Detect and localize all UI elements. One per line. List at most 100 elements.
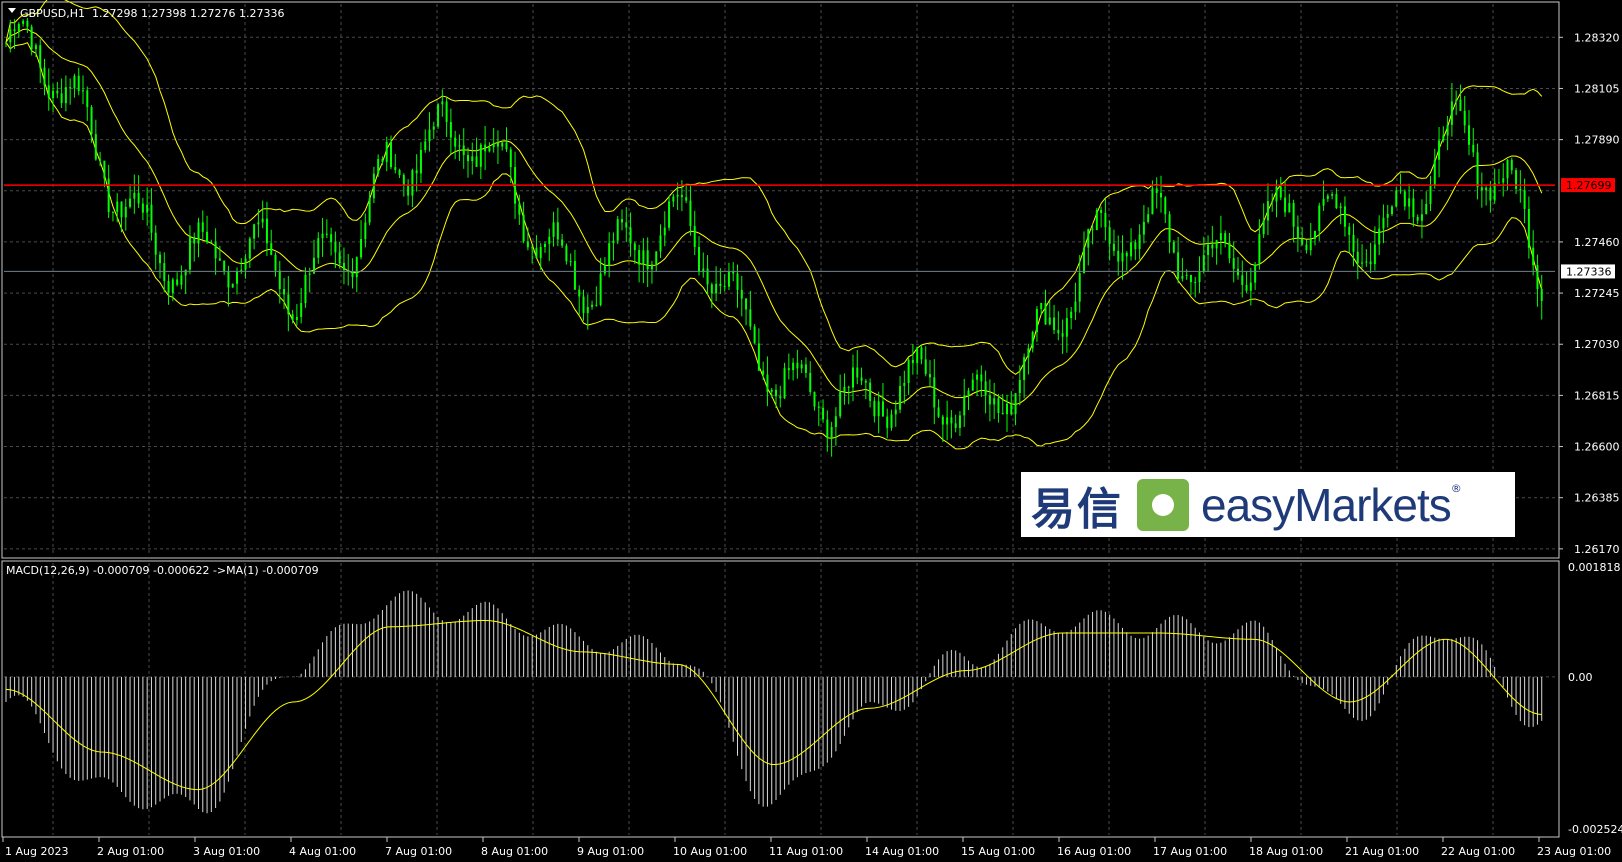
candle-body (124, 206, 127, 218)
candle-body (723, 285, 726, 287)
candle-body (86, 90, 89, 108)
axes: 1.28320 1.28105 1.27890 1.27460 1.27245 1.270… (2, 31, 1622, 858)
logo-mark-icon (1137, 478, 1189, 531)
candle-body (1468, 125, 1470, 145)
candle-body (330, 234, 333, 243)
candle-body (501, 142, 504, 147)
candle-body (693, 226, 696, 248)
candle-body (1147, 214, 1150, 222)
candle-body (847, 386, 850, 388)
candle-body (1074, 301, 1077, 312)
price-tick-label: 1.26385 (1574, 492, 1620, 505)
logo-registered-mark: ® (1450, 482, 1462, 495)
candle-body (916, 347, 919, 364)
candle-body (291, 314, 294, 320)
candle-body (1130, 242, 1133, 257)
candle-body (368, 198, 371, 223)
candle-body (1425, 203, 1428, 215)
candle-body (248, 238, 251, 259)
candle-body (1348, 226, 1351, 235)
bb-upper (5, 0, 1543, 375)
candle-body (1112, 243, 1115, 251)
bollinger-bands (5, 0, 1543, 450)
candle-body (1100, 209, 1103, 213)
candle-body (180, 275, 183, 285)
candle-body (385, 142, 388, 162)
candle-body (1532, 247, 1535, 266)
macd-indicator (5, 590, 1543, 814)
candle-body (133, 192, 136, 199)
candle-body (1083, 247, 1085, 274)
candle-body (77, 75, 80, 91)
time-tick-label: 18 Aug 01:00 (1249, 845, 1323, 858)
candle-body (937, 407, 940, 417)
candle-body (924, 359, 927, 375)
collapse-triangle-icon[interactable] (8, 8, 16, 13)
candle-body (458, 145, 461, 147)
candle-body (479, 144, 482, 167)
candle-body (963, 395, 966, 416)
candle-body (698, 247, 700, 273)
candle-body (976, 374, 979, 380)
candle-body (809, 372, 812, 392)
candle-body (539, 246, 542, 258)
candle-body (283, 289, 286, 295)
candle-body (193, 237, 196, 244)
candle-body (1296, 226, 1299, 239)
candle-body (612, 240, 615, 244)
candle-body (672, 196, 675, 202)
candle-body (129, 198, 132, 207)
candle-body (1356, 251, 1359, 264)
candle-body (1399, 190, 1402, 192)
candle-body (745, 298, 748, 310)
candle-body (753, 326, 756, 344)
time-tick-label: 2 Aug 01:00 (97, 845, 164, 858)
candle-body (822, 407, 825, 420)
time-tick-label: 4 Aug 01:00 (289, 845, 356, 858)
candle-body (1065, 318, 1068, 337)
candle-body (43, 67, 46, 86)
candle-body (505, 142, 508, 150)
candle-body (638, 250, 641, 265)
candle-body (946, 417, 949, 425)
candle-body (548, 236, 551, 244)
candle-body (1339, 206, 1342, 208)
candle-body (17, 23, 20, 32)
candle-body (244, 258, 247, 270)
candle-body (188, 237, 191, 270)
candle-body (1211, 244, 1214, 249)
candle-body (1506, 159, 1509, 179)
candle-body (877, 401, 880, 417)
candle-body (864, 380, 867, 383)
candle-body (552, 222, 555, 237)
candle-body (304, 274, 307, 304)
price-tick-label: 1.28105 (1574, 82, 1620, 95)
candle-body (1463, 110, 1466, 126)
candle-body (270, 243, 273, 255)
candle-body (1326, 195, 1329, 199)
candle-body (1095, 209, 1098, 230)
candle-body (159, 254, 161, 264)
candle-body (1031, 332, 1034, 349)
candle-body (920, 347, 923, 360)
candle-body (881, 401, 884, 417)
candle-body (1485, 187, 1488, 191)
candle-body (993, 398, 996, 405)
candle-body (1403, 191, 1406, 207)
ohlc-values: 1.27298 1.27398 1.27276 1.27336 (92, 7, 284, 20)
candle-body (398, 170, 401, 175)
candle-body (449, 121, 452, 138)
candle-body (34, 45, 37, 50)
candle-body (90, 107, 93, 135)
candle-body (804, 364, 807, 373)
candle-body (856, 367, 859, 378)
candle-body (633, 243, 636, 251)
candle-body (1446, 124, 1449, 136)
candle-body (223, 260, 226, 272)
candle-body (1155, 188, 1158, 194)
candle-body (1314, 230, 1316, 240)
trading-chart[interactable]: 1.28320 1.28105 1.27890 1.27460 1.27245 1.270… (0, 0, 1622, 862)
candle-body (1476, 152, 1479, 188)
candle-body (9, 29, 12, 43)
macd-tick-label: -0.002524 (1568, 823, 1622, 836)
